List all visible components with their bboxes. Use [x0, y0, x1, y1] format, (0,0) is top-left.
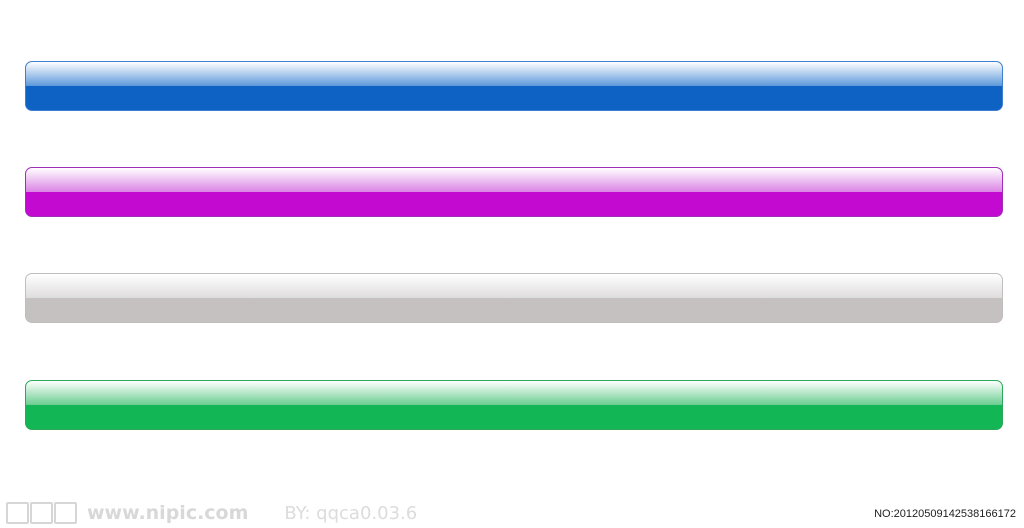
- purple-glass-bar: [25, 167, 1003, 217]
- blue-bar-highlight: [26, 62, 1002, 88]
- gray-glass-bar: [25, 273, 1003, 323]
- watermark: www.nipic.com BY: qqca0.03.6: [6, 500, 417, 526]
- purple-bar-highlight: [26, 168, 1002, 194]
- watermark-author: BY: qqca0.03.6: [284, 502, 418, 524]
- gray-bar-highlight: [26, 274, 1002, 300]
- green-bar-highlight: [26, 381, 1002, 407]
- green-glass-bar: [25, 380, 1003, 430]
- purple-bar-base: [26, 192, 1002, 216]
- gray-bar-base: [26, 298, 1002, 322]
- green-bar-base: [26, 405, 1002, 429]
- watermark-site: www.nipic.com: [87, 502, 249, 524]
- blue-bar-base: [26, 86, 1002, 110]
- image-number: NO:20120509142538166172: [874, 508, 1016, 520]
- nipic-logo: [6, 502, 77, 524]
- blue-glass-bar: [25, 61, 1003, 111]
